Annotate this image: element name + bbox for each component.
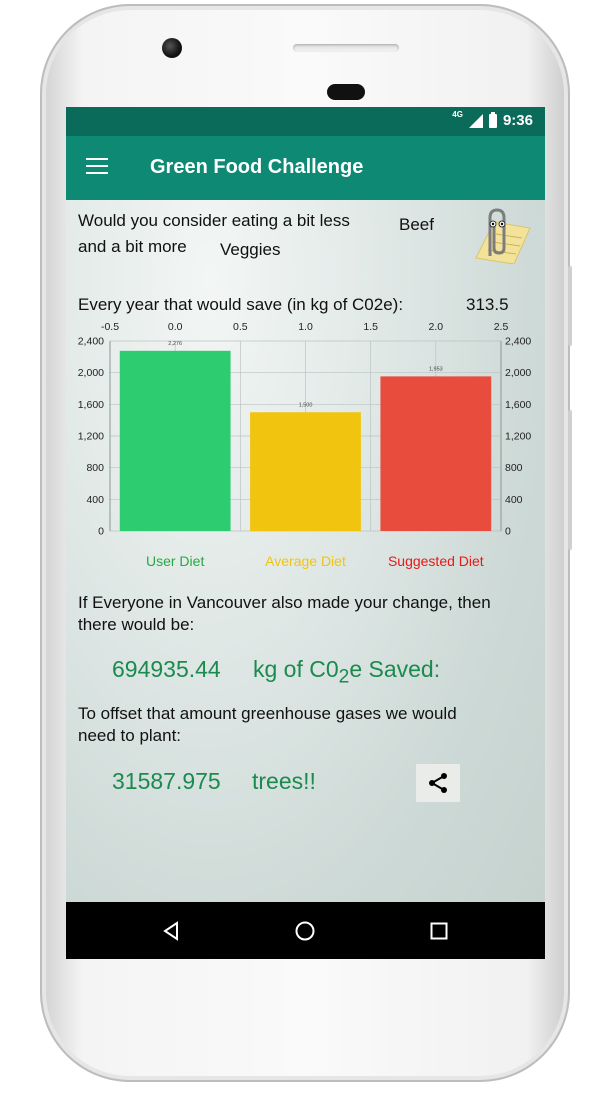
main-content: Would you consider eating a bit less Bee… bbox=[66, 200, 545, 902]
network-type: 4G bbox=[452, 110, 463, 119]
trees-count: 31587.975 bbox=[112, 768, 221, 794]
x-tick-label: 2.0 bbox=[429, 321, 444, 333]
bar-value-label: 2,276 bbox=[168, 341, 182, 347]
food-less[interactable]: Beef bbox=[399, 215, 434, 235]
diet-emissions-bar-chart: 0 0 400 400 800 800 1,200 1,200 1,600 1,600 2,000 2… bbox=[78, 321, 532, 569]
power-button bbox=[568, 266, 572, 346]
trees-label: trees!! bbox=[252, 768, 316, 794]
app-bar: Green Food Challenge bbox=[66, 136, 545, 200]
food-more[interactable]: Veggies bbox=[220, 240, 281, 260]
y-tick-label-right: 400 bbox=[505, 494, 523, 506]
recents-icon bbox=[430, 922, 448, 940]
y-tick-label-left: 1,200 bbox=[78, 431, 104, 443]
navigation-bar bbox=[66, 902, 545, 959]
screen: 4G 9:36 Green Food Challenge Would you c… bbox=[66, 107, 545, 959]
volume-button bbox=[568, 410, 572, 550]
y-tick-label-left: 2,000 bbox=[78, 367, 104, 379]
home-button[interactable] bbox=[290, 916, 320, 946]
share-icon bbox=[429, 773, 447, 793]
bar-value-label: 1,953 bbox=[429, 366, 443, 372]
x-tick-label: 1.0 bbox=[298, 321, 313, 333]
recents-button[interactable] bbox=[424, 916, 454, 946]
x-tick-label: 2.5 bbox=[494, 321, 509, 333]
y-tick-label-left: 1,600 bbox=[78, 399, 104, 411]
front-camera bbox=[162, 38, 182, 58]
back-icon bbox=[163, 921, 178, 941]
y-tick-label-right: 2,400 bbox=[505, 336, 531, 348]
bar-user-diet bbox=[119, 350, 231, 531]
city-co2-amount: 694935.44 bbox=[112, 656, 221, 682]
savings-label: Every year that would save (in kg of C02… bbox=[78, 295, 404, 314]
y-tick-label-left: 2,400 bbox=[78, 336, 104, 348]
clock: 9:36 bbox=[502, 112, 533, 129]
unit-prefix: kg of C0 bbox=[253, 656, 339, 682]
bar-suggested-diet bbox=[380, 376, 492, 531]
app-title: Green Food Challenge bbox=[150, 156, 364, 178]
back-button[interactable] bbox=[156, 916, 186, 946]
city-line-2: there would be: bbox=[78, 615, 195, 634]
paperclip-assistant-icon bbox=[475, 208, 531, 264]
city-co2-unit: kg of C02e Saved: bbox=[253, 656, 440, 689]
savings-value: 313.5 bbox=[466, 295, 509, 314]
status-bar: 4G 9:36 bbox=[66, 107, 545, 136]
prompt-line-1: Would you consider eating a bit less bbox=[78, 211, 350, 230]
y-tick-label-left: 800 bbox=[86, 462, 104, 474]
unit-subscript: 2 bbox=[338, 666, 350, 688]
earpiece-speaker bbox=[293, 44, 399, 52]
city-line-1: If Everyone in Vancouver also made your … bbox=[78, 593, 491, 612]
category-label: Average Diet bbox=[265, 553, 346, 569]
menu-icon[interactable] bbox=[86, 158, 108, 176]
signal-icon bbox=[468, 113, 483, 128]
y-tick-label-right: 1,600 bbox=[505, 399, 531, 411]
x-tick-label: 0.0 bbox=[168, 321, 183, 333]
y-tick-label-left: 0 bbox=[98, 526, 104, 538]
y-tick-label-left: 400 bbox=[86, 494, 104, 506]
x-tick-label: 0.5 bbox=[233, 321, 248, 333]
bar-value-label: 1,500 bbox=[299, 402, 313, 408]
y-tick-label-right: 2,000 bbox=[505, 367, 531, 379]
unit-suffix: e Saved: bbox=[349, 656, 441, 682]
bar-average-diet bbox=[250, 412, 361, 531]
category-label: Suggested Diet bbox=[388, 553, 484, 569]
battery-icon bbox=[488, 111, 497, 128]
offset-line-1: To offset that amount greenhouse gases w… bbox=[78, 704, 457, 723]
x-tick-label: 1.5 bbox=[363, 321, 378, 333]
share-button[interactable] bbox=[416, 764, 460, 802]
home-icon bbox=[295, 921, 315, 941]
proximity-sensor bbox=[327, 84, 365, 100]
y-tick-label-right: 0 bbox=[505, 526, 511, 538]
y-tick-label-right: 1,200 bbox=[505, 431, 531, 443]
y-tick-label-right: 800 bbox=[505, 462, 523, 474]
offset-line-2: need to plant: bbox=[78, 726, 182, 745]
prompt-line-2: and a bit more bbox=[78, 237, 187, 256]
x-tick-label: -0.5 bbox=[101, 321, 119, 333]
category-label: User Diet bbox=[146, 553, 204, 569]
